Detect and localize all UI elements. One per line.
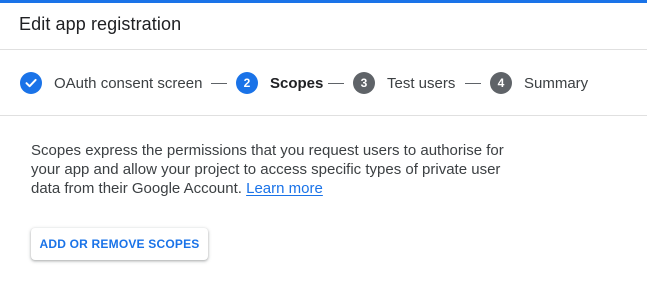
step-oauth-consent-screen[interactable]: OAuth consent screen (20, 72, 202, 94)
step-separator (211, 83, 227, 84)
page-header: Edit app registration (0, 3, 647, 50)
step-number-scopes: 2 (236, 72, 258, 94)
add-or-remove-scopes-button[interactable]: ADD OR REMOVE SCOPES (31, 228, 208, 260)
step-label-test-users: Test users (387, 74, 456, 92)
step-scopes[interactable]: 2 Scopes (236, 72, 323, 94)
scopes-description: Scopes express the permissions that you … (31, 141, 521, 198)
step-number-test-users: 3 (353, 72, 375, 94)
step-separator (328, 83, 344, 84)
step-label-oauth: OAuth consent screen (54, 74, 203, 92)
step-test-users[interactable]: 3 Test users (353, 72, 455, 94)
learn-more-link[interactable]: Learn more (246, 180, 323, 197)
stepper: OAuth consent screen 2 Scopes 3 Test use… (0, 50, 647, 116)
step-label-summary: Summary (524, 74, 589, 92)
check-icon (20, 72, 42, 94)
step-number-summary: 4 (490, 72, 512, 94)
step-separator (465, 83, 481, 84)
step-label-scopes: Scopes (270, 74, 324, 92)
page-title: Edit app registration (19, 14, 182, 34)
step-summary[interactable]: 4 Summary (490, 72, 588, 94)
